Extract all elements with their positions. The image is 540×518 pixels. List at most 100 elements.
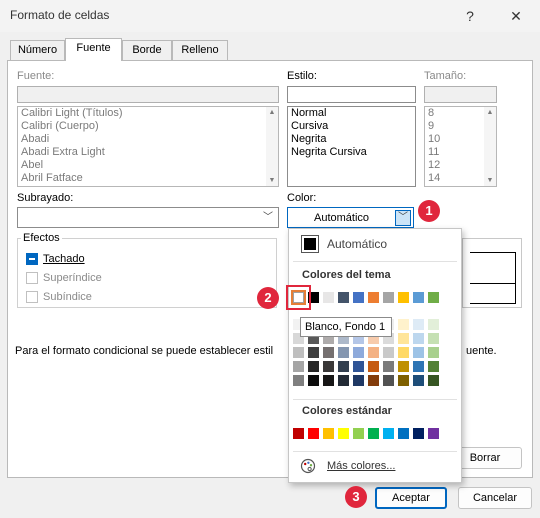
more-colors-text[interactable]: Más colores... — [327, 460, 395, 472]
close-button[interactable]: ✕ — [502, 4, 530, 28]
theme-shade-swatch[interactable] — [398, 361, 409, 372]
theme-shade-swatch[interactable] — [368, 347, 379, 358]
superscript-checkbox[interactable] — [26, 272, 38, 284]
strikethrough-checkbox[interactable] — [26, 253, 38, 265]
font-scrollbar[interactable]: ▲ ▼ — [266, 107, 278, 186]
font-item[interactable]: Calibri Light (Títulos) — [18, 107, 278, 120]
theme-shade-swatch[interactable] — [413, 361, 424, 372]
color-select[interactable]: Automático ﹀ — [287, 207, 414, 228]
effects-title: Efectos — [21, 232, 62, 244]
font-item[interactable]: Calibri (Cuerpo) — [18, 120, 278, 133]
style-input[interactable] — [287, 86, 416, 103]
standard-color-swatch[interactable] — [293, 428, 304, 439]
theme-shade-swatch[interactable] — [398, 319, 409, 330]
theme-color-swatch[interactable] — [383, 292, 394, 303]
theme-color-swatch[interactable] — [368, 292, 379, 303]
theme-color-swatch[interactable] — [323, 292, 334, 303]
theme-shade-swatch[interactable] — [428, 361, 439, 372]
theme-shade-swatch[interactable] — [398, 333, 409, 344]
color-tooltip: Blanco, Fondo 1 — [300, 317, 392, 337]
standard-color-swatch[interactable] — [398, 428, 409, 439]
standard-color-swatch[interactable] — [428, 428, 439, 439]
theme-shade-swatch[interactable] — [383, 347, 394, 358]
theme-shade-swatch[interactable] — [323, 361, 334, 372]
theme-shade-swatch[interactable] — [428, 333, 439, 344]
standard-color-swatch[interactable] — [338, 428, 349, 439]
theme-shade-swatch[interactable] — [353, 347, 364, 358]
tab-fuente[interactable]: Fuente — [65, 38, 122, 61]
theme-shade-swatch[interactable] — [413, 375, 424, 386]
scroll-down-icon[interactable]: ▼ — [484, 177, 496, 184]
theme-shade-swatch[interactable] — [308, 361, 319, 372]
theme-shade-swatch[interactable] — [353, 375, 364, 386]
scroll-down-icon[interactable]: ▼ — [266, 177, 278, 184]
ok-button[interactable]: Aceptar — [375, 487, 447, 509]
size-scrollbar[interactable]: ▲ ▼ — [484, 107, 496, 186]
more-colors-option[interactable]: Más colores... — [327, 460, 395, 472]
theme-shade-swatch[interactable] — [383, 361, 394, 372]
style-item[interactable]: Cursiva — [288, 120, 415, 133]
standard-color-swatch[interactable] — [308, 428, 319, 439]
theme-shade-swatch[interactable] — [428, 375, 439, 386]
scroll-up-icon[interactable]: ▲ — [484, 109, 496, 116]
theme-color-swatch[interactable] — [353, 292, 364, 303]
theme-shade-swatch[interactable] — [293, 375, 304, 386]
theme-shade-swatch[interactable] — [323, 375, 334, 386]
automatic-swatch-frame[interactable] — [301, 235, 319, 253]
chevron-down-icon[interactable]: ﹀ — [395, 210, 411, 226]
theme-shade-swatch[interactable] — [413, 319, 424, 330]
theme-shade-swatch[interactable] — [428, 319, 439, 330]
theme-shade-swatch[interactable] — [338, 347, 349, 358]
standard-color-swatch[interactable] — [383, 428, 394, 439]
theme-shade-swatch[interactable] — [293, 361, 304, 372]
theme-shade-swatch[interactable] — [428, 347, 439, 358]
theme-shade-swatch[interactable] — [293, 347, 304, 358]
font-item[interactable]: Abril Fatface — [18, 172, 278, 185]
automatic-swatch[interactable] — [304, 238, 316, 250]
theme-shade-swatch[interactable] — [323, 347, 334, 358]
theme-shade-swatch[interactable] — [413, 347, 424, 358]
theme-shade-swatch[interactable] — [368, 361, 379, 372]
menu-separator — [293, 451, 457, 452]
theme-color-swatch[interactable] — [338, 292, 349, 303]
underline-select[interactable]: ﹀ — [17, 207, 279, 228]
chevron-down-icon[interactable]: ﹀ — [260, 210, 276, 226]
size-input[interactable] — [424, 86, 497, 103]
theme-shade-swatch[interactable] — [398, 375, 409, 386]
style-item[interactable]: Normal — [288, 107, 415, 120]
theme-shade-swatch[interactable] — [368, 375, 379, 386]
standard-color-swatch[interactable] — [368, 428, 379, 439]
theme-shade-swatch[interactable] — [353, 361, 364, 372]
automatic-option[interactable]: Automático — [327, 237, 387, 251]
size-list[interactable]: 8 9 10 11 12 14 ▲ ▼ — [424, 106, 497, 187]
theme-color-swatch[interactable] — [428, 292, 439, 303]
theme-shade-swatch[interactable] — [308, 347, 319, 358]
subscript-checkbox[interactable] — [26, 291, 38, 303]
scroll-up-icon[interactable]: ▲ — [266, 109, 278, 116]
theme-shade-swatch[interactable] — [413, 333, 424, 344]
font-item[interactable]: Abel — [18, 159, 278, 172]
theme-shade-swatch[interactable] — [398, 347, 409, 358]
font-input[interactable] — [17, 86, 279, 103]
theme-shade-swatch[interactable] — [383, 375, 394, 386]
font-item[interactable]: Abadi — [18, 133, 278, 146]
tab-relleno[interactable]: Relleno — [172, 40, 228, 60]
help-button[interactable]: ? — [456, 4, 484, 28]
tab-borde[interactable]: Borde — [122, 40, 172, 60]
palette-icon — [300, 458, 316, 474]
font-item[interactable]: Abadi Extra Light — [18, 146, 278, 159]
theme-color-swatch[interactable] — [398, 292, 409, 303]
style-item[interactable]: Negrita Cursiva — [288, 146, 415, 159]
standard-color-swatch[interactable] — [323, 428, 334, 439]
style-list[interactable]: Normal Cursiva Negrita Negrita Cursiva — [287, 106, 416, 187]
font-list[interactable]: Calibri Light (Títulos) Calibri (Cuerpo)… — [17, 106, 279, 187]
cancel-button[interactable]: Cancelar — [458, 487, 532, 509]
theme-shade-swatch[interactable] — [338, 375, 349, 386]
theme-color-swatch[interactable] — [413, 292, 424, 303]
tab-numero[interactable]: Número — [10, 40, 65, 60]
standard-color-swatch[interactable] — [353, 428, 364, 439]
theme-shade-swatch[interactable] — [338, 361, 349, 372]
theme-shade-swatch[interactable] — [308, 375, 319, 386]
style-item[interactable]: Negrita — [288, 133, 415, 146]
standard-color-swatch[interactable] — [413, 428, 424, 439]
